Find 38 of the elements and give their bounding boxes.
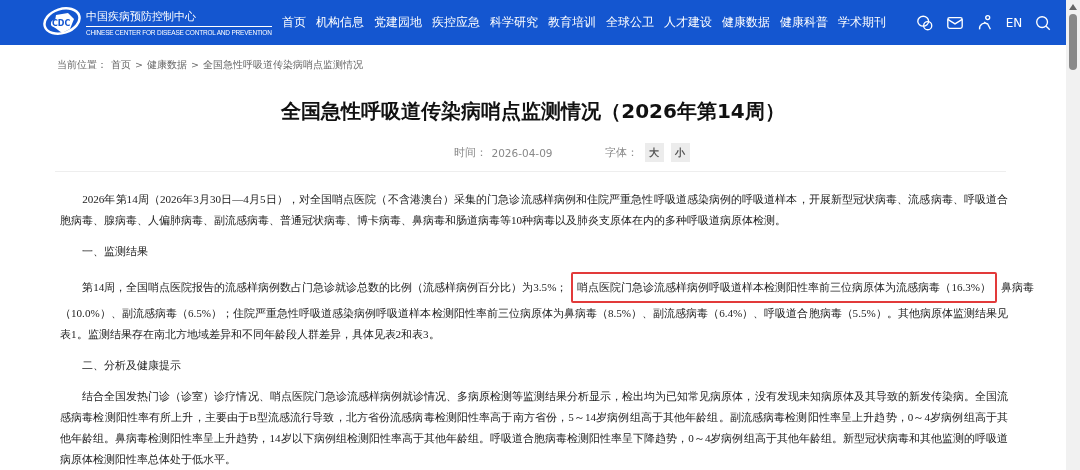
nav-item[interactable]: 学术期刊 xyxy=(837,15,886,30)
nav-item[interactable]: 科学研究 xyxy=(489,15,538,30)
nav-item[interactable]: 人才建设 xyxy=(663,15,712,30)
breadcrumb-label: 当前位置： xyxy=(57,59,107,72)
nav-item[interactable]: 首页 xyxy=(281,15,306,30)
nav-item[interactable]: 健康数据 xyxy=(721,15,770,30)
logo-mark-text: CDC xyxy=(51,18,72,28)
font-size-button[interactable]: 小 xyxy=(670,143,690,162)
nav-item[interactable]: 疾控应急 xyxy=(431,15,480,30)
nav-item[interactable]: 党建园地 xyxy=(373,15,422,30)
paragraph-text: （10.0%）、副流感病毒（6.5%）；住院严重急性呼吸道感染病例呼吸道样本检测阳性率前三位病原体为鼻病毒（8.5%）、副流感病毒（6.4%）、呼吸道合胞病毒（5.5%）。其他病原体监测结果见表1。监测结果存在南北方地域差异和不同年龄段人群差异，具体见表2和表3。 xyxy=(60,306,1008,342)
nav-item[interactable]: 机构信息 xyxy=(315,15,364,30)
article-title: 全国急性呼吸道传染病哨点监测情况（2026年第14周） xyxy=(280,98,786,125)
breadcrumb-separator: > xyxy=(135,59,143,72)
breadcrumb-link[interactable]: 首页 xyxy=(111,59,131,72)
section-heading: 一、监测结果 xyxy=(81,244,150,259)
scroll-up-icon[interactable] xyxy=(1069,4,1077,10)
paragraph-text: 鼻病毒 xyxy=(1001,280,1035,295)
paragraph-text: 结合全国发热门诊（诊室）诊疗情况、哨点医院门急诊流感样病例就诊情况、多病原检测等监测结果分析显示，检出均为已知常见病原体，没有发现未知病原体及其导致的新发传染病。全国流感病毒检测阳性率有所上升，主要由于B型流感流行导致，北方省份流感病毒检测阳性率高于南方省份，5～14岁病例组高于其他年龄组。副流感病毒检测阳性率呈上升趋势，0～4岁病例组高于其他年龄组。鼻病毒检测阳性率呈上升趋势，14岁以下病例组检测阳性率高于其他年龄组。呼吸道合胞病毒检测阳性率呈下降趋势，0～4岁病例组高于其他年龄组。新型冠状病毒和其他监测的呼吸道病原体检测阳性率总体处于低水平。 xyxy=(60,389,1008,467)
section-heading: 二、分析及健康提示 xyxy=(81,358,183,373)
font-size-button[interactable]: 大 xyxy=(644,143,664,162)
time-label: 时间： xyxy=(454,145,488,160)
scrollbar[interactable] xyxy=(1066,0,1080,470)
highlighted-text: 哨点医院门急诊流感样病例呼吸道样本检测阳性率前三位病原体为流感病毒（16.3%） xyxy=(571,272,998,303)
scrollbar-thumb[interactable] xyxy=(1069,14,1077,70)
nav-item[interactable]: 健康科普 xyxy=(779,15,828,30)
publish-date: 2026-04-09 xyxy=(491,146,553,159)
nav-item[interactable]: 教育培训 xyxy=(547,15,596,30)
nav-item[interactable]: 全球公卫 xyxy=(605,15,654,30)
paragraph-text: 2026年第14周（2026年3月30日—4月5日），对全国哨点医院（不含港澳台）采集的门急诊流感样病例和住院严重急性呼吸道感染病例的呼吸道样本，开展新型冠状病毒、流感病毒、呼吸道合胞病毒、腺病毒、人偏肺病毒、副流感病毒、普通冠状病毒、博卡病毒、鼻病毒和肠道病毒等10种病毒以及肺炎支原体在内的多种呼吸道病原体检测。 xyxy=(60,192,1008,228)
breadcrumb-link[interactable]: 健康数据 xyxy=(146,59,187,72)
breadcrumb-separator: > xyxy=(190,59,199,72)
language-link[interactable]: EN xyxy=(1005,15,1023,30)
font-size-label: 字体： xyxy=(604,145,638,160)
breadcrumb-link[interactable]: 全国急性呼吸道传染病哨点监测情况 xyxy=(202,59,363,72)
search-icon[interactable] xyxy=(1034,13,1053,32)
logo-name: 中国疾病预防控制中心 xyxy=(86,9,272,27)
paragraph-text: 第14周，全国哨点医院报告的流感样病例数占门急诊就诊总数的比例（流感样病例百分比）为3.5%； xyxy=(82,280,568,295)
